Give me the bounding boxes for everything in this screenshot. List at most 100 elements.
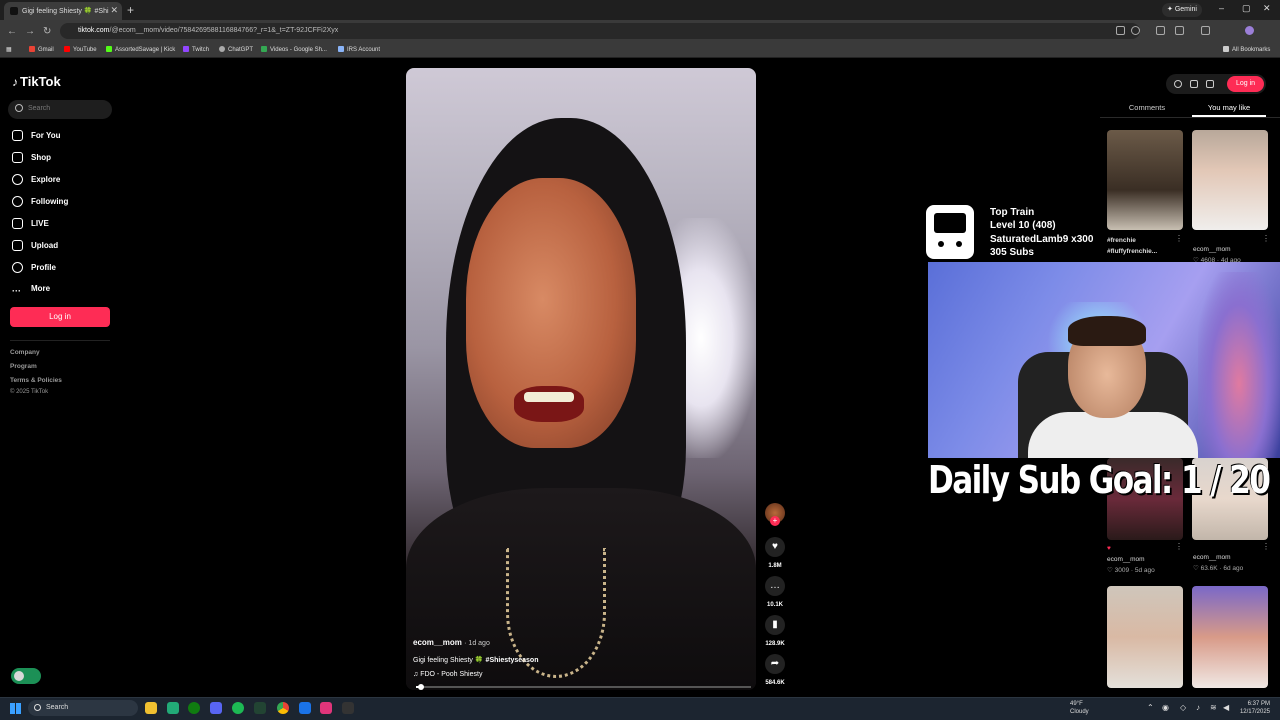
recommended-video-thumb[interactable] (1192, 586, 1268, 688)
thumb-hashtags[interactable]: #frenchie (1107, 237, 1136, 244)
like-button[interactable]: ♥ (765, 537, 785, 557)
bookmark-gmail[interactable]: Gmail (29, 46, 54, 53)
close-window-icon[interactable]: ✕ (1263, 3, 1271, 14)
recommended-video-thumb[interactable] (1107, 130, 1183, 230)
heart-icon: ♥ (772, 541, 778, 552)
comment-button[interactable]: … (765, 576, 785, 596)
nav-live[interactable]: LIVE (12, 218, 49, 232)
tiktok-logo[interactable]: ♪ TikTok (12, 74, 61, 89)
bookmark-kick[interactable]: AssortedSavage | Kick (106, 46, 175, 53)
footer-company[interactable]: Company (10, 349, 40, 356)
tab-title: Gigi feeling Shiesty 🍀 #Shi (22, 8, 109, 15)
forward-icon[interactable]: → (25, 26, 35, 37)
new-tab-button[interactable]: + (127, 3, 134, 17)
apps-icon[interactable]: ▦ (6, 46, 12, 53)
obs-icon[interactable] (342, 702, 354, 714)
bookmark-irs[interactable]: IRS Account (338, 46, 380, 53)
save-button[interactable]: ▮ (765, 615, 785, 635)
spotify-icon[interactable] (232, 702, 244, 714)
close-tab-icon[interactable]: ✕ (110, 5, 118, 16)
bookmark-twitch[interactable]: Twitch (183, 46, 209, 53)
reload-icon[interactable]: ↻ (43, 26, 51, 37)
maximize-icon[interactable]: ▢ (1242, 3, 1251, 14)
thumb-hashtags[interactable]: #fluffyfrenchie... (1107, 248, 1157, 255)
video-music[interactable]: ♫ FDO - Pooh Shiesty (413, 671, 482, 678)
tray-mic-icon[interactable]: ♪ (1196, 703, 1200, 712)
nav-following[interactable]: Following (12, 196, 68, 210)
share-button[interactable]: ➦ (765, 654, 785, 674)
thumb-username[interactable]: ecom__mom (1193, 554, 1231, 561)
explore-icon[interactable] (1174, 80, 1182, 88)
tray-wifi-icon[interactable]: ≋ (1210, 703, 1217, 712)
nav-profile[interactable]: Profile (12, 262, 56, 276)
back-icon[interactable]: ← (7, 26, 17, 37)
bookmark-youtube[interactable]: YouTube (64, 46, 97, 53)
device-icon[interactable] (1190, 80, 1198, 88)
puzzle-icon[interactable] (1175, 26, 1184, 35)
tray-network-icon[interactable]: ◇ (1180, 703, 1186, 712)
terminal-icon[interactable] (254, 702, 266, 714)
footer-terms[interactable]: Terms & Policies (10, 377, 62, 384)
more-options-icon[interactable]: ⋮ (1175, 234, 1183, 243)
store-icon[interactable] (167, 702, 179, 714)
sidebar-divider (10, 340, 110, 341)
comment-count: 10.1K (766, 602, 783, 608)
search-input[interactable]: Search (8, 100, 112, 119)
xbox-icon[interactable] (188, 702, 200, 714)
thumb-username[interactable]: ecom__mom (1193, 246, 1231, 253)
tab-comments[interactable]: Comments (1110, 103, 1184, 112)
all-bookmarks[interactable]: All Bookmarks (1223, 46, 1270, 53)
address-bar[interactable]: tiktok.com/@ecom__mom/video/758426958811… (60, 23, 1140, 39)
video-player[interactable] (406, 68, 756, 690)
tray-chevron-icon[interactable]: ⌃ (1147, 703, 1154, 712)
hashtag-link[interactable]: #Shiestyseason (486, 657, 539, 664)
star-icon[interactable] (1131, 26, 1140, 35)
profile-avatar-icon[interactable] (1245, 26, 1254, 35)
sidepanel-icon[interactable] (1201, 26, 1210, 35)
theme-toggle[interactable] (11, 668, 41, 684)
weather-widget[interactable]: 49°F Cloudy (1070, 700, 1089, 716)
follow-plus-icon[interactable]: + (770, 516, 780, 526)
recommended-video-thumb[interactable] (1107, 586, 1183, 688)
tray-app-icon[interactable]: ◉ (1162, 703, 1169, 712)
footer-program[interactable]: Program (10, 363, 37, 370)
progress-handle[interactable] (418, 684, 424, 690)
recommended-video-thumb[interactable] (1192, 130, 1268, 230)
minimize-icon[interactable]: – (1219, 3, 1224, 13)
thumb-username[interactable]: ecom__mom (1107, 556, 1145, 563)
upload-icon (12, 240, 23, 251)
video-caption: Gigi feeling Shiesty 🍀 #Shiestyseason (413, 657, 539, 664)
discord-icon[interactable] (210, 702, 222, 714)
nav-more[interactable]: ··· More (12, 284, 50, 298)
taskbar-search[interactable]: Search (28, 700, 138, 716)
download-icon[interactable] (1206, 80, 1214, 88)
gemini-button[interactable]: ✦ Gemini (1162, 3, 1202, 17)
more-options-icon[interactable]: ⋮ (1175, 542, 1183, 551)
video-progress-bar[interactable] (416, 684, 751, 690)
bookmark-google-sheets[interactable]: Videos - Google Sh... (261, 46, 327, 53)
more-options-icon[interactable]: ⋮ (1262, 542, 1270, 551)
windows-start-icon[interactable] (10, 703, 21, 714)
profile-icon (12, 262, 23, 273)
creator-avatar[interactable]: + (765, 503, 785, 526)
tray-volume-icon[interactable]: ◀ (1223, 703, 1229, 712)
file-explorer-icon[interactable] (145, 702, 157, 714)
taskbar-clock[interactable]: 6:37 PM 12/17/2025 (1236, 700, 1270, 716)
browser-tab[interactable]: Gigi feeling Shiesty 🍀 #Shi ✕ (4, 2, 122, 20)
nav-explore[interactable]: Explore (12, 174, 60, 188)
nav-upload[interactable]: Upload (12, 240, 58, 254)
nav-shop[interactable]: Shop (12, 152, 51, 166)
login-button-top[interactable]: Log in (1227, 76, 1264, 92)
notes-icon[interactable] (299, 702, 311, 714)
extension-icon[interactable] (1156, 26, 1165, 35)
chrome-icon[interactable] (277, 702, 289, 714)
video-username[interactable]: ecom__mom · 1d ago (413, 638, 490, 647)
maps-pin-icon[interactable] (320, 702, 332, 714)
tab-you-may-like[interactable]: You may like (1192, 103, 1266, 112)
more-options-icon[interactable]: ⋮ (1262, 234, 1270, 243)
nav-for-you[interactable]: For You (12, 130, 60, 144)
bookmark-chatgpt[interactable]: ChatGPT (219, 46, 253, 53)
login-button[interactable]: Log in (10, 307, 110, 327)
like-count: 1.8M (768, 563, 782, 569)
cast-icon[interactable] (1116, 26, 1125, 35)
